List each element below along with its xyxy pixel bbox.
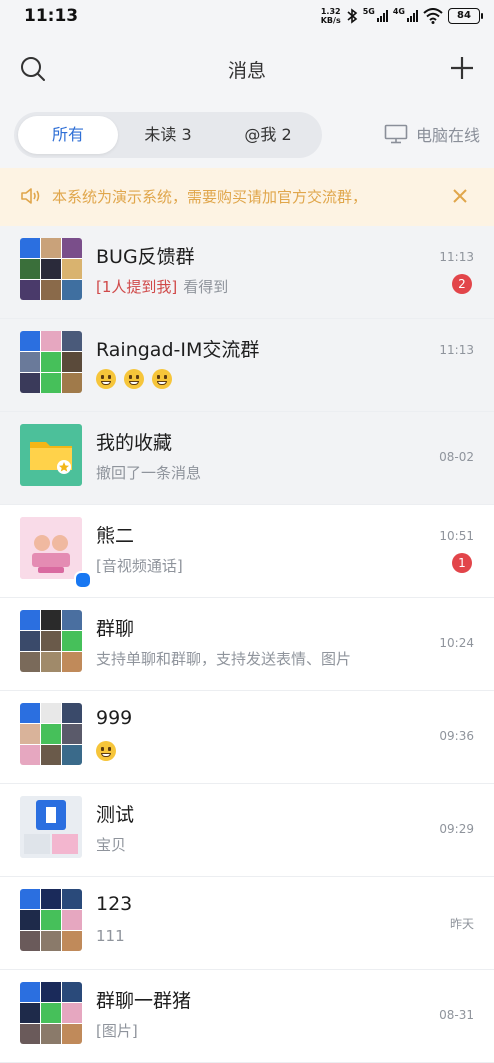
page-title: 消息 xyxy=(227,60,266,82)
conversation-item[interactable]: 群聊一群猪 [图片] 08-31 xyxy=(0,970,494,1063)
conversation-time: 09:29 xyxy=(439,822,474,836)
conversation-time: 08-31 xyxy=(439,1008,474,1022)
conversation-title: 123 xyxy=(96,893,133,915)
thinking-emoji-icon xyxy=(96,741,116,761)
signal-icon xyxy=(376,10,388,22)
status-bar: 11:13 1.32 KB/s 5G 4G 84 xyxy=(0,0,494,34)
conversation-preview: [图片] xyxy=(96,1022,138,1040)
grin-emoji-icon xyxy=(152,369,172,389)
conversation-title: BUG反馈群 xyxy=(96,246,195,268)
conversation-preview xyxy=(96,741,396,761)
conversation-item[interactable]: Raingad-IM交流群 11:13 xyxy=(0,319,494,412)
conversation-time: 昨天 xyxy=(449,917,474,931)
conversation-time: 11:13 xyxy=(439,343,474,357)
battery-icon: 84 xyxy=(448,8,483,24)
filter-tabs: 所有 未读 3 @我 2 xyxy=(14,112,322,158)
user-avatar xyxy=(20,517,82,579)
close-icon[interactable] xyxy=(450,186,470,206)
unread-badge: 2 xyxy=(452,274,472,294)
conversation-item[interactable]: 群聊 支持单聊和群聊，支持发送表情、图片 10:24 xyxy=(0,598,494,691)
app-header: 消息 xyxy=(0,34,494,104)
unread-badge: 1 xyxy=(452,553,472,573)
bluetooth-icon xyxy=(347,8,357,24)
conversation-preview: 宝贝 xyxy=(96,836,127,854)
wifi-icon xyxy=(423,8,443,24)
conversation-preview: [1人提到我] 看得到 xyxy=(96,278,229,296)
network-5g-label: 5G xyxy=(362,6,375,16)
conversation-time: 11:13 xyxy=(439,250,474,264)
tab-all[interactable]: 所有 xyxy=(18,116,118,154)
tab-unread[interactable]: 未读 3 xyxy=(118,116,218,154)
add-icon[interactable] xyxy=(448,54,476,82)
mention-tag: [1人提到我] xyxy=(96,278,178,296)
conversation-title: 999 xyxy=(96,707,133,729)
conversation-item[interactable]: 999 09:36 xyxy=(0,691,494,784)
favorites-avatar xyxy=(20,424,82,486)
group-avatar xyxy=(20,238,82,300)
conversation-time: 10:24 xyxy=(439,636,474,650)
notice-banner: 本系统为演示系统，需要购买请加官方交流群， xyxy=(0,168,494,226)
group-avatar xyxy=(20,796,82,858)
speaker-icon xyxy=(21,188,40,204)
conversation-time: 08-02 xyxy=(439,450,474,464)
conversation-title: 测试 xyxy=(96,804,135,826)
conversation-preview: [音视频通话] xyxy=(96,557,183,575)
tab-mentions[interactable]: @我 2 xyxy=(218,116,318,154)
group-avatar xyxy=(20,703,82,765)
network-speed: 1.32 KB/s xyxy=(320,7,341,25)
network-4g-label: 4G xyxy=(392,6,405,16)
group-avatar xyxy=(20,610,82,672)
group-avatar xyxy=(20,889,82,951)
conversation-title: 我的收藏 xyxy=(96,432,173,454)
status-icons: 1.32 KB/s 5G 4G 84 xyxy=(320,6,483,26)
conversation-item[interactable]: 测试 宝贝 09:29 xyxy=(0,784,494,877)
signal-icon xyxy=(407,10,418,22)
conversation-preview xyxy=(96,369,396,389)
filter-bar: 所有 未读 3 @我 2 电脑在线 xyxy=(0,104,494,168)
conversation-item[interactable]: 熊二 [音视频通话] 10:51 1 xyxy=(0,505,494,598)
online-status-dot xyxy=(74,571,92,589)
folder-icon xyxy=(30,442,72,474)
conversation-item[interactable]: 123 111 昨天 xyxy=(0,877,494,970)
conversation-preview: 111 xyxy=(96,927,125,945)
conversation-title: 群聊一群猪 xyxy=(96,990,192,1012)
conversation-item[interactable]: BUG反馈群 [1人提到我] 看得到 11:13 2 xyxy=(0,226,494,319)
conversation-list: BUG反馈群 [1人提到我] 看得到 11:13 2 Raingad-IM交流群 … xyxy=(0,226,494,1063)
group-avatar xyxy=(20,982,82,1044)
conversation-title: 熊二 xyxy=(96,525,135,547)
monitor-icon xyxy=(384,124,408,144)
grimace-emoji-icon xyxy=(124,369,144,389)
conversation-preview: 支持单聊和群聊，支持发送表情、图片 xyxy=(96,650,352,668)
grin-emoji-icon xyxy=(96,369,116,389)
conversation-time: 09:36 xyxy=(439,729,474,743)
conversation-title: Raingad-IM交流群 xyxy=(96,339,260,361)
conversation-preview: 撤回了一条消息 xyxy=(96,464,202,482)
notice-text: 本系统为演示系统，需要购买请加官方交流群， xyxy=(52,188,368,206)
pc-online-label: 电脑在线 xyxy=(415,126,480,145)
conversation-time: 10:51 xyxy=(439,529,474,543)
group-avatar xyxy=(20,331,82,393)
conversation-title: 群聊 xyxy=(96,618,135,640)
conversation-item[interactable]: 我的收藏 撤回了一条消息 08-02 xyxy=(0,412,494,505)
status-time: 11:13 xyxy=(24,6,79,26)
pc-online-status[interactable]: 电脑在线 xyxy=(384,122,480,146)
